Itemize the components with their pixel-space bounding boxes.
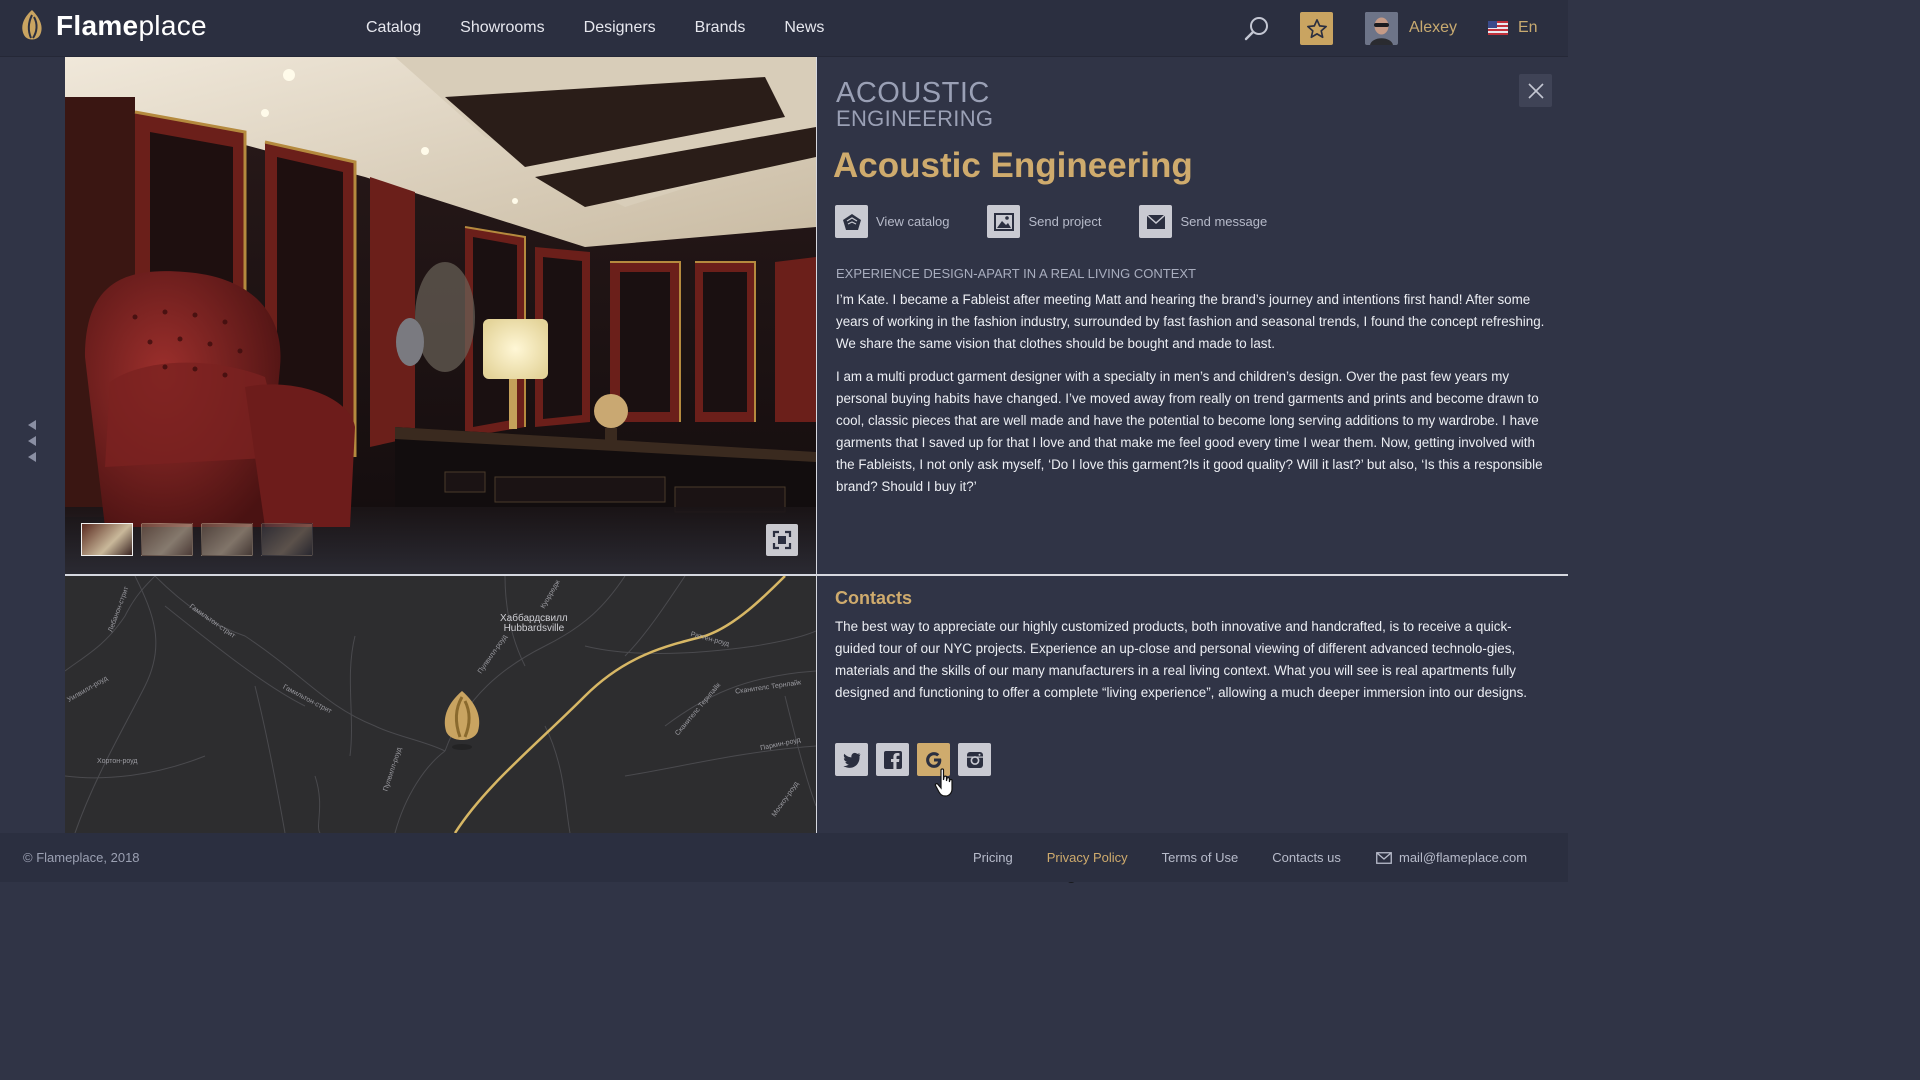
brand-logo: ACOUSTIC ENGINEERING	[836, 79, 993, 130]
brand-paragraph: I am a multi product garment designer wi…	[836, 369, 1543, 494]
gallery-thumbnail[interactable]	[141, 523, 193, 556]
map-label-street: Хортон-роуд	[97, 758, 138, 765]
contacts-text: The best way to appreciate our highly cu…	[835, 619, 1527, 700]
search-button[interactable]	[1242, 14, 1272, 44]
facebook-button[interactable]	[876, 743, 909, 776]
copyright-text: © Flameplace, 2018	[23, 850, 140, 865]
nav-designers[interactable]: Designers	[584, 19, 656, 37]
nav-catalog[interactable]: Catalog	[366, 19, 421, 37]
arrow-left-icon[interactable]	[28, 452, 36, 462]
gallery-thumbnail[interactable]	[81, 523, 133, 556]
flame-logo-icon	[22, 10, 42, 40]
favorites-button[interactable]	[1300, 12, 1333, 45]
user-name[interactable]: Alexey	[1409, 19, 1457, 37]
mail-icon	[1376, 851, 1392, 864]
fullscreen-icon	[772, 530, 792, 550]
close-icon	[1527, 82, 1544, 99]
language-label: En	[1518, 19, 1538, 36]
logo-text: Flameplace	[56, 10, 207, 41]
contacts-title: Contacts	[835, 588, 913, 608]
instagram-button[interactable]	[958, 743, 991, 776]
send-project-button[interactable]: Send project	[987, 205, 1101, 238]
footer-links: Pricing Privacy Policy Terms of Use Cont…	[973, 850, 1341, 865]
send-project-label: Send project	[1028, 214, 1102, 229]
brand-logo-line1: ACOUSTIC	[836, 77, 990, 109]
contacts-section: Contacts The best way to appreciate our …	[816, 574, 1568, 833]
footer-link-contacts-us[interactable]: Contacts us	[1272, 850, 1341, 865]
close-button[interactable]	[1519, 74, 1552, 107]
nav-news[interactable]: News	[784, 19, 824, 37]
nav-showrooms[interactable]: Showrooms	[460, 19, 544, 37]
social-links	[835, 743, 991, 776]
brand-info-panel: ACOUSTIC ENGINEERING Acoustic Engineerin…	[816, 57, 1568, 574]
twitter-icon	[842, 752, 860, 768]
brand-title: Acoustic Engineering	[833, 146, 1193, 185]
map-label-hubbardsville: Хаббардсвилл Hubbardsville	[500, 613, 568, 634]
site-footer: © Flameplace, 2018 Pricing Privacy Polic…	[0, 833, 1568, 882]
brand-subheading: EXPERIENCE DESIGN-APART IN A REAL LIVING…	[836, 266, 1197, 281]
top-header: Flameplace Catalog Showrooms Designers B…	[0, 0, 1568, 57]
site-logo[interactable]: Flameplace	[18, 9, 207, 43]
hand-cursor-icon	[934, 768, 953, 797]
image-icon	[987, 205, 1021, 238]
map-pin-icon[interactable]	[438, 689, 486, 751]
mail-icon	[1139, 205, 1173, 238]
footer-email-label: mail@flameplace.com	[1399, 850, 1528, 865]
us-flag-icon	[1488, 21, 1508, 35]
footer-link-pricing[interactable]: Pricing	[973, 850, 1013, 865]
gallery-thumbnail[interactable]	[261, 523, 313, 556]
user-avatar[interactable]	[1365, 12, 1398, 45]
nav-brands[interactable]: Brands	[695, 19, 746, 37]
send-message-button[interactable]: Send message	[1139, 205, 1267, 238]
footer-email-link[interactable]: mail@flameplace.com	[1376, 850, 1527, 865]
brand-paragraph: I’m Kate. I became a Fableist after meet…	[836, 292, 1545, 351]
twitter-button[interactable]	[835, 743, 868, 776]
arrow-left-icon[interactable]	[28, 420, 36, 430]
star-icon	[1306, 18, 1327, 38]
search-icon	[1244, 17, 1268, 41]
footer-link-terms-of-use[interactable]: Terms of Use	[1162, 850, 1239, 865]
location-map[interactable]: Хаббардсвилл Hubbardsville Гамильтон-стр…	[65, 574, 816, 833]
facebook-icon	[883, 750, 902, 769]
interior-image	[65, 57, 816, 574]
brand-logo-line2: ENGINEERING	[836, 106, 994, 131]
main-nav: Catalog Showrooms Designers Brands News	[366, 19, 824, 37]
showroom-photo	[65, 57, 816, 574]
instagram-icon	[966, 751, 983, 768]
brand-actions: View catalog Send project Send message	[835, 205, 1267, 238]
footer-link-privacy-policy[interactable]: Privacy Policy	[1047, 850, 1128, 865]
side-navigation-arrows[interactable]	[28, 420, 36, 462]
view-catalog-label: View catalog	[876, 214, 950, 229]
language-selector[interactable]: En	[1488, 19, 1538, 37]
view-catalog-button[interactable]: View catalog	[835, 205, 949, 238]
arrow-left-icon[interactable]	[28, 436, 36, 446]
fullscreen-button[interactable]	[766, 524, 798, 556]
gallery-thumbnails	[81, 523, 313, 556]
gallery-thumbnail[interactable]	[201, 523, 253, 556]
catalog-icon	[835, 205, 868, 238]
google-icon	[925, 751, 941, 768]
avatar-image	[1365, 12, 1398, 45]
send-message-label: Send message	[1180, 214, 1268, 229]
